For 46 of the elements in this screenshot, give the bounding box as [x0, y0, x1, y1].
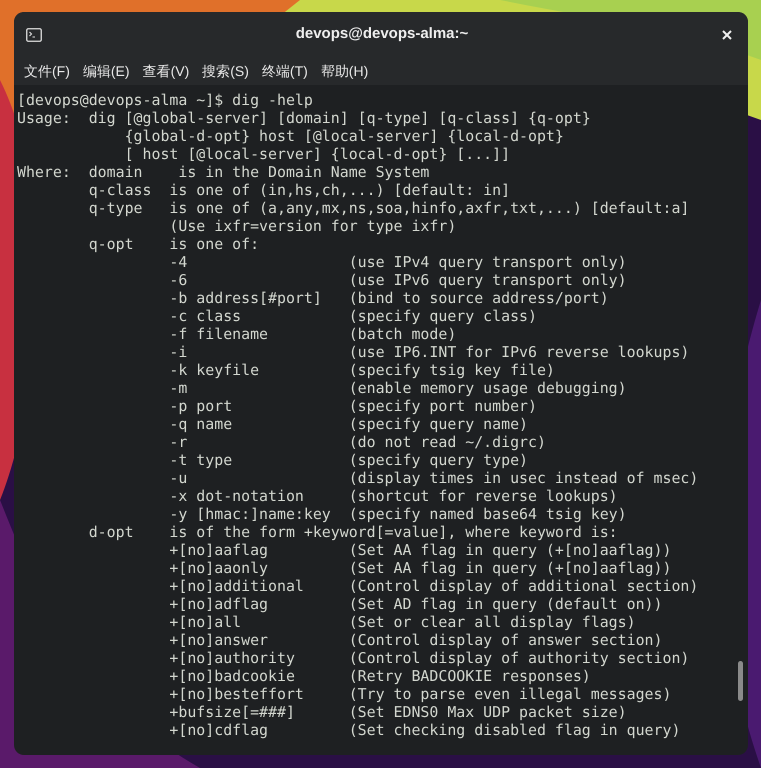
terminal-line: q-opt is one of: — [88, 235, 260, 253]
terminal-line: +[no]cdflag (Set checking disabled flag in query) — [168, 721, 682, 739]
menu-item[interactable]: 文件(F) — [24, 60, 70, 82]
terminal-line: -u (display times in usec instead of msec) — [168, 469, 700, 487]
terminal-line: -x dot-notation (shortcut for reverse lookups) — [168, 487, 619, 505]
terminal-line: +[no]all (Set or clear all display flags) — [168, 613, 637, 631]
scrollbar-thumb[interactable] — [738, 661, 743, 701]
terminal-line: (Use ixfr=version for type ixfr) — [168, 217, 458, 235]
terminal-line: +[no]badcookie (Retry BADCOOKIE responses) — [168, 667, 592, 685]
menu-item[interactable]: 编辑(E) — [82, 60, 130, 82]
terminal-line: +[no]aaonly (Set AA flag in query (+[no]aaflag)) — [168, 559, 672, 577]
terminal-line: -f filename (batch mode) — [168, 325, 458, 343]
menu-item[interactable]: 搜索(S) — [202, 60, 249, 82]
menu-item[interactable]: 帮助(H) — [320, 60, 368, 82]
terminal-line: +[no]besteffort (Try to parse even illegal messages) — [168, 685, 672, 703]
close-icon[interactable] — [722, 30, 732, 40]
terminal-line: [ host [@local-server] {local-d-opt} [...]] — [124, 145, 512, 163]
terminal-line: -4 (use IPv4 query transport only) — [168, 253, 628, 271]
terminal-line: -r (do not read ~/.digrc) — [168, 433, 547, 451]
terminal-line: -t type (specify query type) — [168, 451, 530, 469]
menu-item[interactable]: 终端(T) — [262, 60, 308, 82]
terminal-line: [devops@devops-alma ~]$ dig -help — [17, 91, 314, 109]
terminal-line: -c class (specify query class) — [168, 307, 538, 325]
terminal-line: q-type is one of (a,any,mx,ns,soa,hinfo,axfr,txt,...) [default:a] — [88, 199, 690, 217]
terminal-line: -y [hmac:]name:key (specify named base64 tsig key) — [168, 505, 628, 523]
terminal-line: +bufsize[=###] (Set EDNS0 Max UDP packet size) — [168, 703, 628, 721]
terminal-line: -b address[#port] (bind to source address/port) — [168, 289, 610, 307]
terminal-line: {global-d-opt} host [@local-server] {local-d-opt} — [124, 127, 565, 145]
terminal-icon — [26, 28, 42, 42]
terminal-line: Usage: dig [@global-server] [domain] [q-type] [q-class] {q-opt} — [17, 109, 592, 127]
terminal-line: +[no]aaflag (Set AA flag in query (+[no]aaflag)) — [168, 541, 672, 559]
terminal-line: +[no]authority (Control display of authority section) — [168, 649, 690, 667]
terminal-line: -m (enable memory usage debugging) — [168, 379, 628, 397]
window-title: devops@devops-alma:~ — [296, 24, 468, 44]
terminal-line: +[no]answer (Control display of answer section) — [168, 631, 664, 649]
terminal-line: -p port (specify port number) — [168, 397, 538, 415]
menu-item[interactable]: 查看(V) — [142, 60, 190, 82]
terminal-line: -q name (specify query name) — [168, 415, 530, 433]
terminal-line: -k keyfile (specify tsig key file) — [168, 361, 556, 379]
terminal-line: Where: domain is in the Domain Name System — [17, 163, 430, 181]
terminal-line: q-class is one of (in,hs,ch,...) [default: in] — [88, 181, 512, 199]
terminal-line: +[no]adflag (Set AD flag in query (default on)) — [168, 595, 664, 613]
terminal-line: -i (use IP6.INT for IPv6 reverse lookups) — [168, 343, 690, 361]
terminal-line: d-opt is of the form +keyword[=value], where keyword is: — [88, 523, 619, 541]
terminal-line: -6 (use IPv6 query transport only) — [168, 271, 628, 289]
terminal-line: +[no]additional (Control display of additional section) — [168, 577, 700, 595]
